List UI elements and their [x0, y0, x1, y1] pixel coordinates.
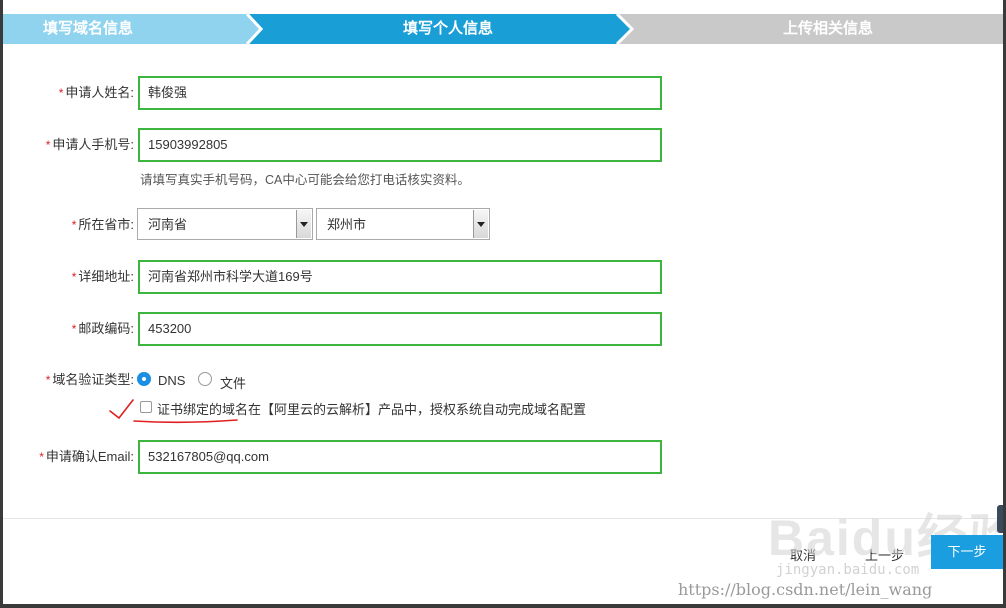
city-dropdown-icon[interactable]: [473, 210, 488, 238]
province-dropdown-icon[interactable]: [296, 210, 311, 238]
baidu-watermark-url: jingyan.baidu.com: [776, 562, 920, 578]
dns-radio[interactable]: [137, 372, 151, 386]
blog-url-watermark: https://blog.csdn.net/lein_wang: [678, 580, 933, 599]
step-2-label: 填写个人信息: [402, 20, 493, 37]
form-row-region: * 所在省市: 河南省 郑州市: [3, 208, 1003, 242]
dns-radio-label[interactable]: DNS: [158, 373, 185, 388]
email-label: * 申请确认Email:: [39, 449, 134, 464]
phone-hint: 请填写真实手机号码，CA中心可能会给您打电话核实资料。: [140, 173, 470, 187]
form-row-postcode: * 邮政编码: 453200: [3, 312, 1003, 346]
address-label: * 详细地址:: [71, 269, 134, 284]
red-checkmark-annotation: [109, 399, 238, 424]
form-row-name: * 申请人姓名: 韩俊强: [3, 76, 1003, 110]
step-3-label: 上传相关信息: [782, 20, 873, 37]
step-1-label: 填写域名信息: [42, 20, 133, 37]
form-row-address: * 详细地址: 河南省郑州市科学大道169号: [3, 260, 1003, 294]
form-row-email: * 申请确认Email: 532167805@qq.com: [3, 440, 1003, 474]
phone-label: * 申请人手机号:: [45, 137, 134, 152]
name-label: * 申请人姓名:: [58, 85, 134, 100]
province-value: 河南省: [148, 217, 188, 232]
side-feedback-tab[interactable]: [997, 505, 1003, 533]
email-input[interactable]: 532167805@qq.com: [138, 440, 662, 474]
city-value: 郑州市: [327, 217, 367, 232]
phone-input[interactable]: 15903992805: [138, 128, 662, 162]
file-radio-label[interactable]: 文件: [220, 373, 246, 392]
postcode-input[interactable]: 453200: [138, 312, 662, 346]
verify-type-label: * 域名验证类型:: [45, 372, 134, 387]
postcode-label: * 邮政编码:: [71, 321, 134, 336]
file-radio[interactable]: [198, 372, 212, 386]
form-row-phone: * 申请人手机号: 15903992805: [3, 128, 1003, 162]
page-frame: 填写域名信息 填写个人信息 上传相关信息 * 申请人姓名: 韩俊强 * 申请人手机号…: [3, 0, 1003, 604]
region-label: * 所在省市:: [71, 217, 134, 232]
form-row-verify-type: * 域名验证类型: DNS 文件: [3, 363, 1003, 397]
address-input[interactable]: 河南省郑州市科学大道169号: [138, 260, 662, 294]
province-select[interactable]: 河南省: [137, 208, 313, 240]
name-input[interactable]: 韩俊强: [138, 76, 662, 110]
city-select[interactable]: 郑州市: [316, 208, 490, 240]
next-button[interactable]: 下一步: [931, 535, 1003, 569]
step-progress-bar: 填写域名信息 填写个人信息 上传相关信息: [3, 14, 1003, 44]
